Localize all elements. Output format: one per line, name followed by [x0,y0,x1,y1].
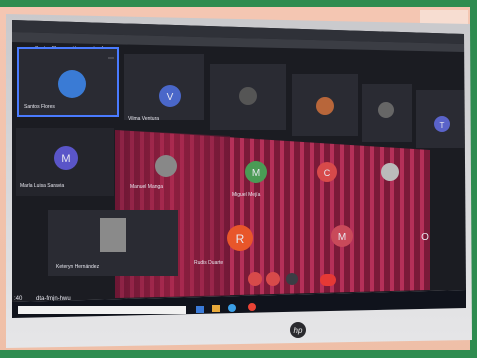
taskbar-search[interactable] [18,306,186,314]
laptop-scene: Santos Flores está presentando Santos Fl… [0,0,477,358]
svg-text:R: R [236,232,245,246]
svg-text:T: T [440,121,445,130]
participant-name: Vilma Ventura [128,116,159,122]
edge-icon[interactable] [228,304,236,312]
top-border [0,0,477,7]
avatar [58,70,86,98]
avatar [378,102,394,118]
participant-name: Miguel Mejía [232,192,261,198]
avatar [316,97,334,115]
svg-text:M: M [338,232,346,243]
avatar [381,163,399,181]
participant-name: Keteryn Hernández [56,264,100,270]
clock-partial: :40 [14,296,23,302]
avatar [155,155,177,177]
taskview-icon[interactable] [196,306,204,313]
participant-name: Marla Luisa Saravia [20,183,64,189]
photo: Santos Flores está presentando Santos Fl… [0,0,477,358]
chrome-icon[interactable] [248,303,256,311]
participant-name: Rudis Duarte [194,260,223,266]
more-options-icon[interactable]: ⋯ [108,56,114,62]
svg-text:hp: hp [294,326,303,335]
captions-button[interactable] [286,273,298,285]
participant-name: Santos Flores [24,104,55,110]
svg-text:C: C [324,168,331,178]
svg-text:M: M [252,168,260,179]
bottom-border [0,350,477,358]
folder-icon[interactable] [212,305,220,312]
svg-text:V: V [167,92,174,103]
camera-toggle-button[interactable] [266,272,280,286]
svg-text:M: M [61,153,70,165]
avatar [239,87,257,105]
svg-text:O: O [421,232,429,243]
mic-toggle-button[interactable] [248,272,262,286]
leave-call-button[interactable] [320,274,336,286]
participant-name: Manuel Manga [130,184,163,190]
avatar [100,218,126,252]
